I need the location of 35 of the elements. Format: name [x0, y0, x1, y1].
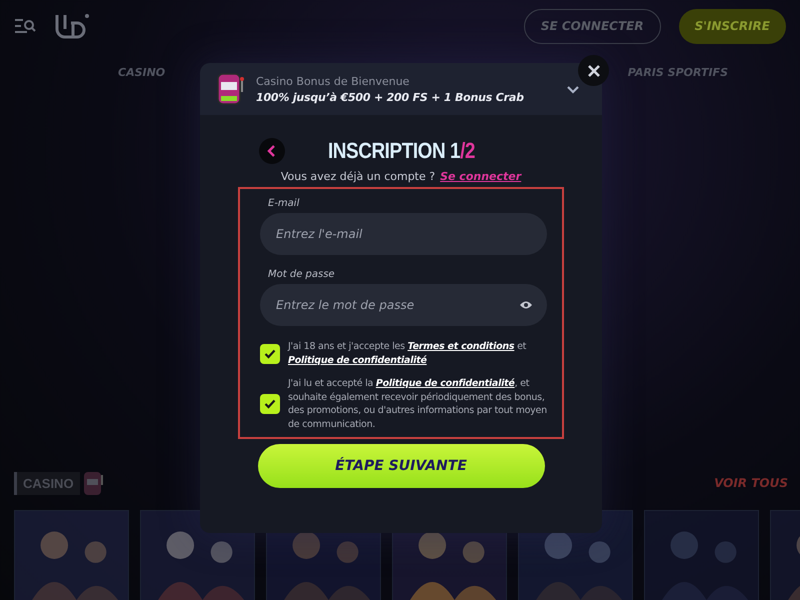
policy-link[interactable]: Termes et conditions	[408, 341, 514, 352]
chevron-icon[interactable]	[566, 84, 580, 94]
check-icon	[264, 399, 276, 409]
bonus-label: Casino Bonus de Bienvenue	[256, 74, 410, 88]
section-badge: CASINO	[14, 472, 80, 494]
slot-machine-icon	[216, 72, 246, 106]
field-label: Mot de passe	[268, 269, 336, 280]
menu-search-icon[interactable]	[14, 18, 36, 34]
login-button[interactable]: SE CONNECTER	[524, 8, 661, 44]
email-field[interactable]: Entrez l'e-mail	[260, 213, 547, 255]
login-link[interactable]: Se connecter	[440, 170, 522, 183]
nav-link[interactable]: CASINO	[118, 66, 166, 79]
next-step-button[interactable]: ÉTAPE SUIVANTE	[258, 444, 544, 488]
bonus-banner[interactable]: Casino Bonus de Bienvenue 100% jusqu’à €500 + 200 FS + 1 Bonus Crab	[200, 63, 602, 115]
close-button[interactable]	[578, 55, 609, 86]
checkbox[interactable]	[260, 394, 280, 414]
slot-machine-icon	[82, 469, 106, 497]
logo-icon[interactable]	[54, 13, 90, 39]
chevron-left-icon	[267, 145, 277, 157]
check-icon	[264, 348, 276, 358]
password-field[interactable]: Entrez le mot de passe	[260, 284, 547, 326]
checkbox[interactable]	[260, 344, 280, 364]
field-label: E-mail	[268, 198, 300, 209]
login-prompt: Vous avez déjà un compte ?	[280, 170, 436, 183]
close-icon	[586, 64, 600, 78]
back-button[interactable]	[259, 138, 285, 164]
eye-icon[interactable]	[519, 300, 533, 310]
policy-link[interactable]: Politique de confidentialité	[376, 378, 515, 389]
nav-link[interactable]: PARIS SPORTIFS	[628, 66, 728, 79]
policy-link[interactable]: Politique de confidentialité	[288, 354, 427, 366]
bonus-offer: 100% jusqu’à €500 + 200 FS + 1 Bonus Crab	[256, 90, 525, 104]
consent-text: J'ai lu et accepté la Politique de confidentialité, et souhaite également recevoir périodiquement des bonus, des promotions, ou d'autres informations par tout moyen de communication.	[288, 377, 547, 431]
form-title: INSCRIPTION 1/2	[327, 138, 475, 164]
consent-text: J'ai 18 ans et j'accepte les Termes et conditions et Politique de confidentialité	[288, 340, 528, 367]
signup-button[interactable]: S'INSCRIRE	[678, 8, 786, 44]
